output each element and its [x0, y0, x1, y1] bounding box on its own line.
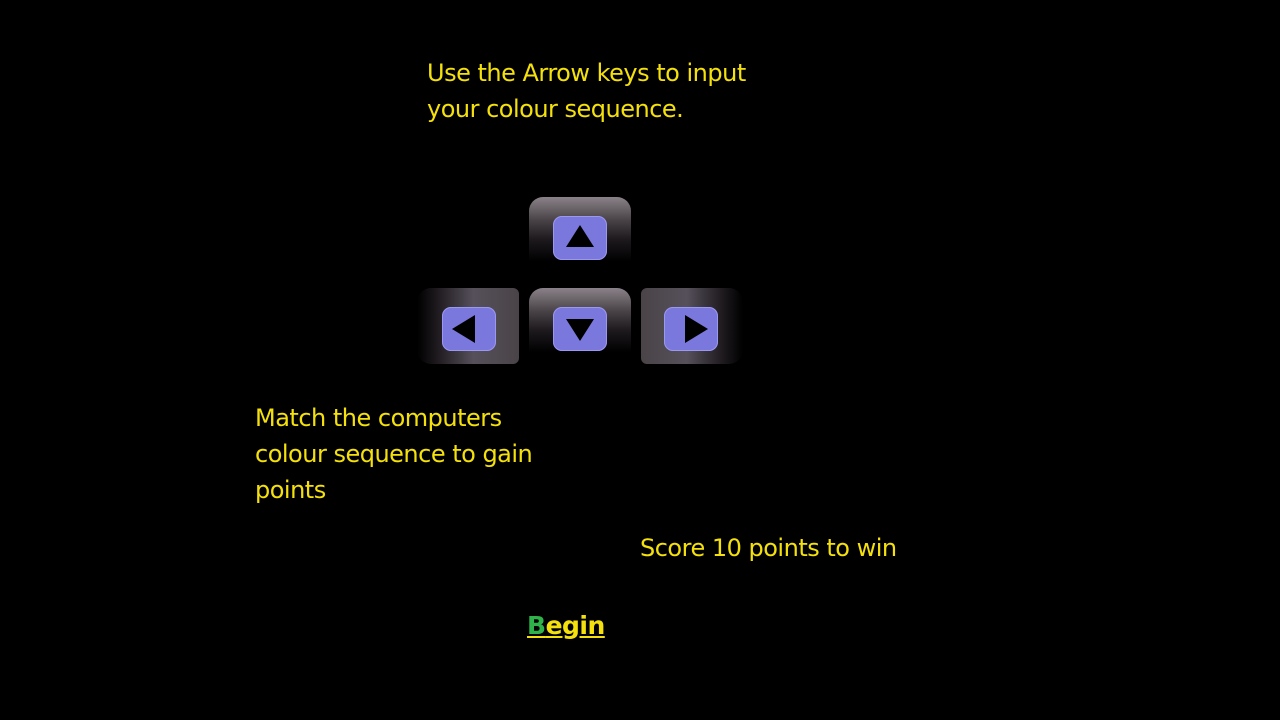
- arrow-left-icon: [452, 315, 475, 343]
- right-arrow-key[interactable]: [641, 288, 743, 364]
- score-instruction: Score 10 points to win: [640, 534, 897, 562]
- begin-link[interactable]: Begin: [527, 609, 605, 643]
- arrow-right-icon: [685, 315, 708, 343]
- up-arrow-key[interactable]: [529, 197, 631, 273]
- arrow-keys-instruction: Use the Arrow keys to input your colour …: [427, 59, 746, 123]
- down-arrow-key[interactable]: [529, 288, 631, 364]
- begin-rest-label: egin: [545, 611, 606, 640]
- left-arrow-key[interactable]: [417, 288, 519, 364]
- right-arrow-button[interactable]: [664, 307, 718, 351]
- up-arrow-button[interactable]: [553, 216, 607, 260]
- arrow-up-icon: [566, 225, 594, 247]
- down-arrow-button[interactable]: [553, 307, 607, 351]
- arrow-down-icon: [566, 319, 594, 341]
- left-arrow-button[interactable]: [442, 307, 496, 351]
- match-instruction: Match the computers colour sequence to g…: [255, 404, 533, 504]
- begin-first-letter: B: [527, 611, 546, 640]
